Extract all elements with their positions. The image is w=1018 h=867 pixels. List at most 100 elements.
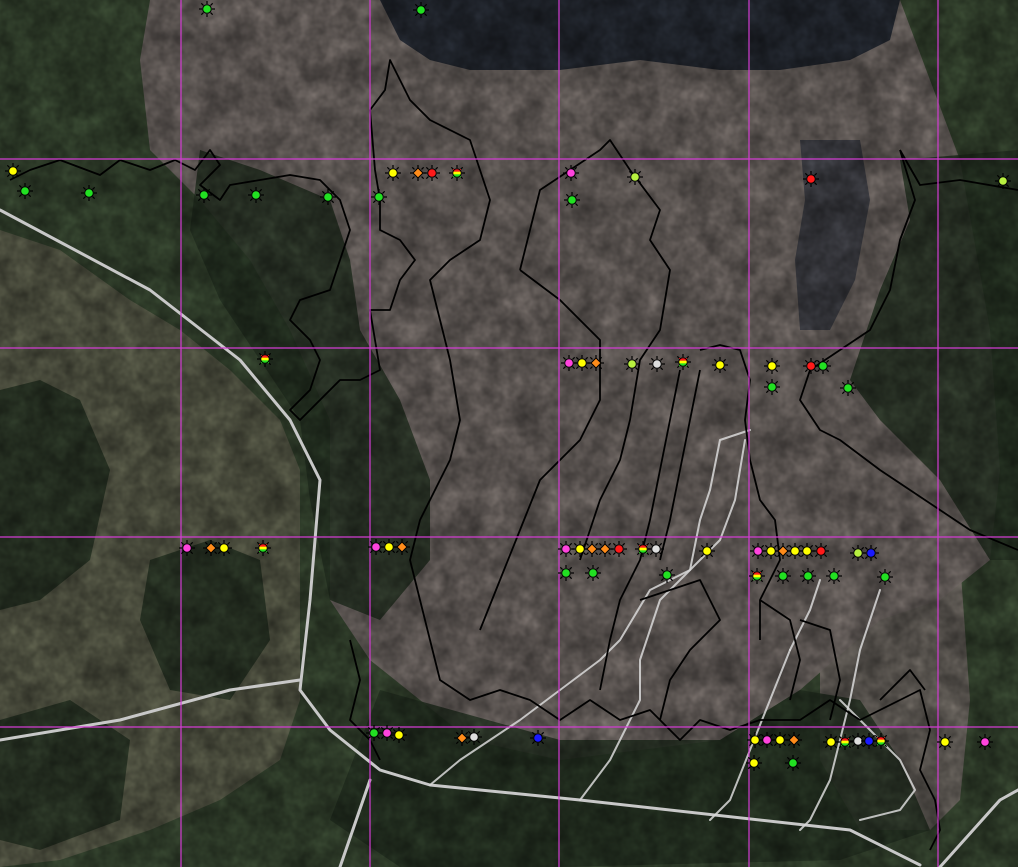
marker-green[interactable]: [800, 568, 816, 584]
marker-multi-color[interactable]: [449, 165, 465, 181]
marker-yellow[interactable]: [574, 355, 590, 371]
marker-orange[interactable]: [597, 541, 613, 557]
marker-stripe: [453, 171, 461, 175]
marker-multi-color[interactable]: [257, 351, 273, 367]
marker-body: [767, 361, 777, 371]
marker-multi-color[interactable]: [255, 540, 271, 556]
marker-stripe: [877, 739, 885, 743]
marker-white[interactable]: [649, 356, 665, 372]
marker-body: [866, 548, 876, 558]
marker-green[interactable]: [775, 568, 791, 584]
map-viewport[interactable]: [0, 0, 1018, 867]
marker-body: [753, 546, 763, 556]
marker-yellow[interactable]: [772, 732, 788, 748]
marker-red[interactable]: [424, 165, 440, 181]
marker-orange[interactable]: [394, 539, 410, 555]
marker-body: [853, 548, 863, 558]
marker-multi-color[interactable]: [873, 733, 889, 749]
marker-green[interactable]: [413, 2, 429, 18]
marker-multi-color[interactable]: [749, 568, 765, 584]
marker-yellow[interactable]: [5, 163, 21, 179]
marker-body: [715, 360, 725, 370]
marker-magenta[interactable]: [563, 165, 579, 181]
marker-yellow-green[interactable]: [627, 169, 643, 185]
marker-body: [803, 571, 813, 581]
marker-stripe: [639, 547, 647, 551]
marker-blue[interactable]: [863, 545, 879, 561]
marker-stripe: [753, 574, 761, 578]
marker-yellow[interactable]: [391, 727, 407, 743]
marker-body: [627, 359, 637, 369]
marker-yellow[interactable]: [823, 734, 839, 750]
marker-yellow[interactable]: [699, 543, 715, 559]
marker-body: [818, 361, 828, 371]
marker-body: [369, 728, 379, 738]
marker-body: [766, 546, 776, 556]
marker-green[interactable]: [826, 568, 842, 584]
marker-green[interactable]: [815, 358, 831, 374]
marker-yellow[interactable]: [216, 540, 232, 556]
marker-green[interactable]: [199, 1, 215, 17]
marker-green[interactable]: [558, 565, 574, 581]
marker-magenta[interactable]: [558, 541, 574, 557]
marker-green[interactable]: [585, 565, 601, 581]
marker-body: [749, 758, 759, 768]
marker-magenta[interactable]: [379, 725, 395, 741]
marker-green[interactable]: [17, 183, 33, 199]
marker-blue[interactable]: [530, 730, 546, 746]
marker-body: [788, 758, 798, 768]
marker-body: [202, 4, 212, 14]
marker-orange[interactable]: [588, 355, 604, 371]
map-canvas[interactable]: [0, 0, 1018, 867]
marker-orange[interactable]: [786, 732, 802, 748]
marker-white[interactable]: [466, 729, 482, 745]
marker-body: [998, 176, 1008, 186]
marker-magenta[interactable]: [977, 734, 993, 750]
marker-yellow[interactable]: [746, 755, 762, 771]
marker-stripe: [841, 740, 849, 744]
marker-body: [662, 570, 672, 580]
marker-body: [388, 168, 398, 178]
marker-red[interactable]: [813, 543, 829, 559]
marker-green[interactable]: [371, 189, 387, 205]
marker-body: [182, 543, 192, 553]
marker-multi-color[interactable]: [675, 354, 691, 370]
marker-body: [323, 192, 333, 202]
marker-body: [564, 358, 574, 368]
marker-green[interactable]: [877, 569, 893, 585]
marker-yellow[interactable]: [385, 165, 401, 181]
marker-body: [980, 737, 990, 747]
marker-stripe: [261, 357, 269, 361]
marker-green[interactable]: [564, 192, 580, 208]
marker-green[interactable]: [840, 380, 856, 396]
marker-yellow[interactable]: [799, 543, 815, 559]
marker-body: [806, 174, 816, 184]
marker-green[interactable]: [659, 567, 675, 583]
marker-green[interactable]: [320, 189, 336, 205]
marker-white[interactable]: [648, 541, 664, 557]
marker-green[interactable]: [785, 755, 801, 771]
marker-body: [806, 361, 816, 371]
marker-green[interactable]: [764, 379, 780, 395]
marker-body: [84, 188, 94, 198]
marker-yellow[interactable]: [937, 734, 953, 750]
marker-yellow[interactable]: [764, 358, 780, 374]
marker-green[interactable]: [81, 185, 97, 201]
marker-multi-color[interactable]: [837, 734, 853, 750]
marker-orange[interactable]: [454, 730, 470, 746]
marker-orange[interactable]: [410, 165, 426, 181]
marker-body: [762, 735, 772, 745]
marker-red[interactable]: [611, 541, 627, 557]
marker-red[interactable]: [803, 171, 819, 187]
marker-body: [394, 730, 404, 740]
marker-yellow-green[interactable]: [624, 356, 640, 372]
marker-stripe: [679, 360, 687, 364]
marker-body: [8, 166, 18, 176]
marker-body: [219, 543, 229, 553]
marker-green[interactable]: [196, 187, 212, 203]
marker-yellow[interactable]: [712, 357, 728, 373]
marker-green[interactable]: [248, 187, 264, 203]
marker-magenta[interactable]: [179, 540, 195, 556]
marker-body: [843, 383, 853, 393]
marker-yellow-green[interactable]: [995, 173, 1011, 189]
